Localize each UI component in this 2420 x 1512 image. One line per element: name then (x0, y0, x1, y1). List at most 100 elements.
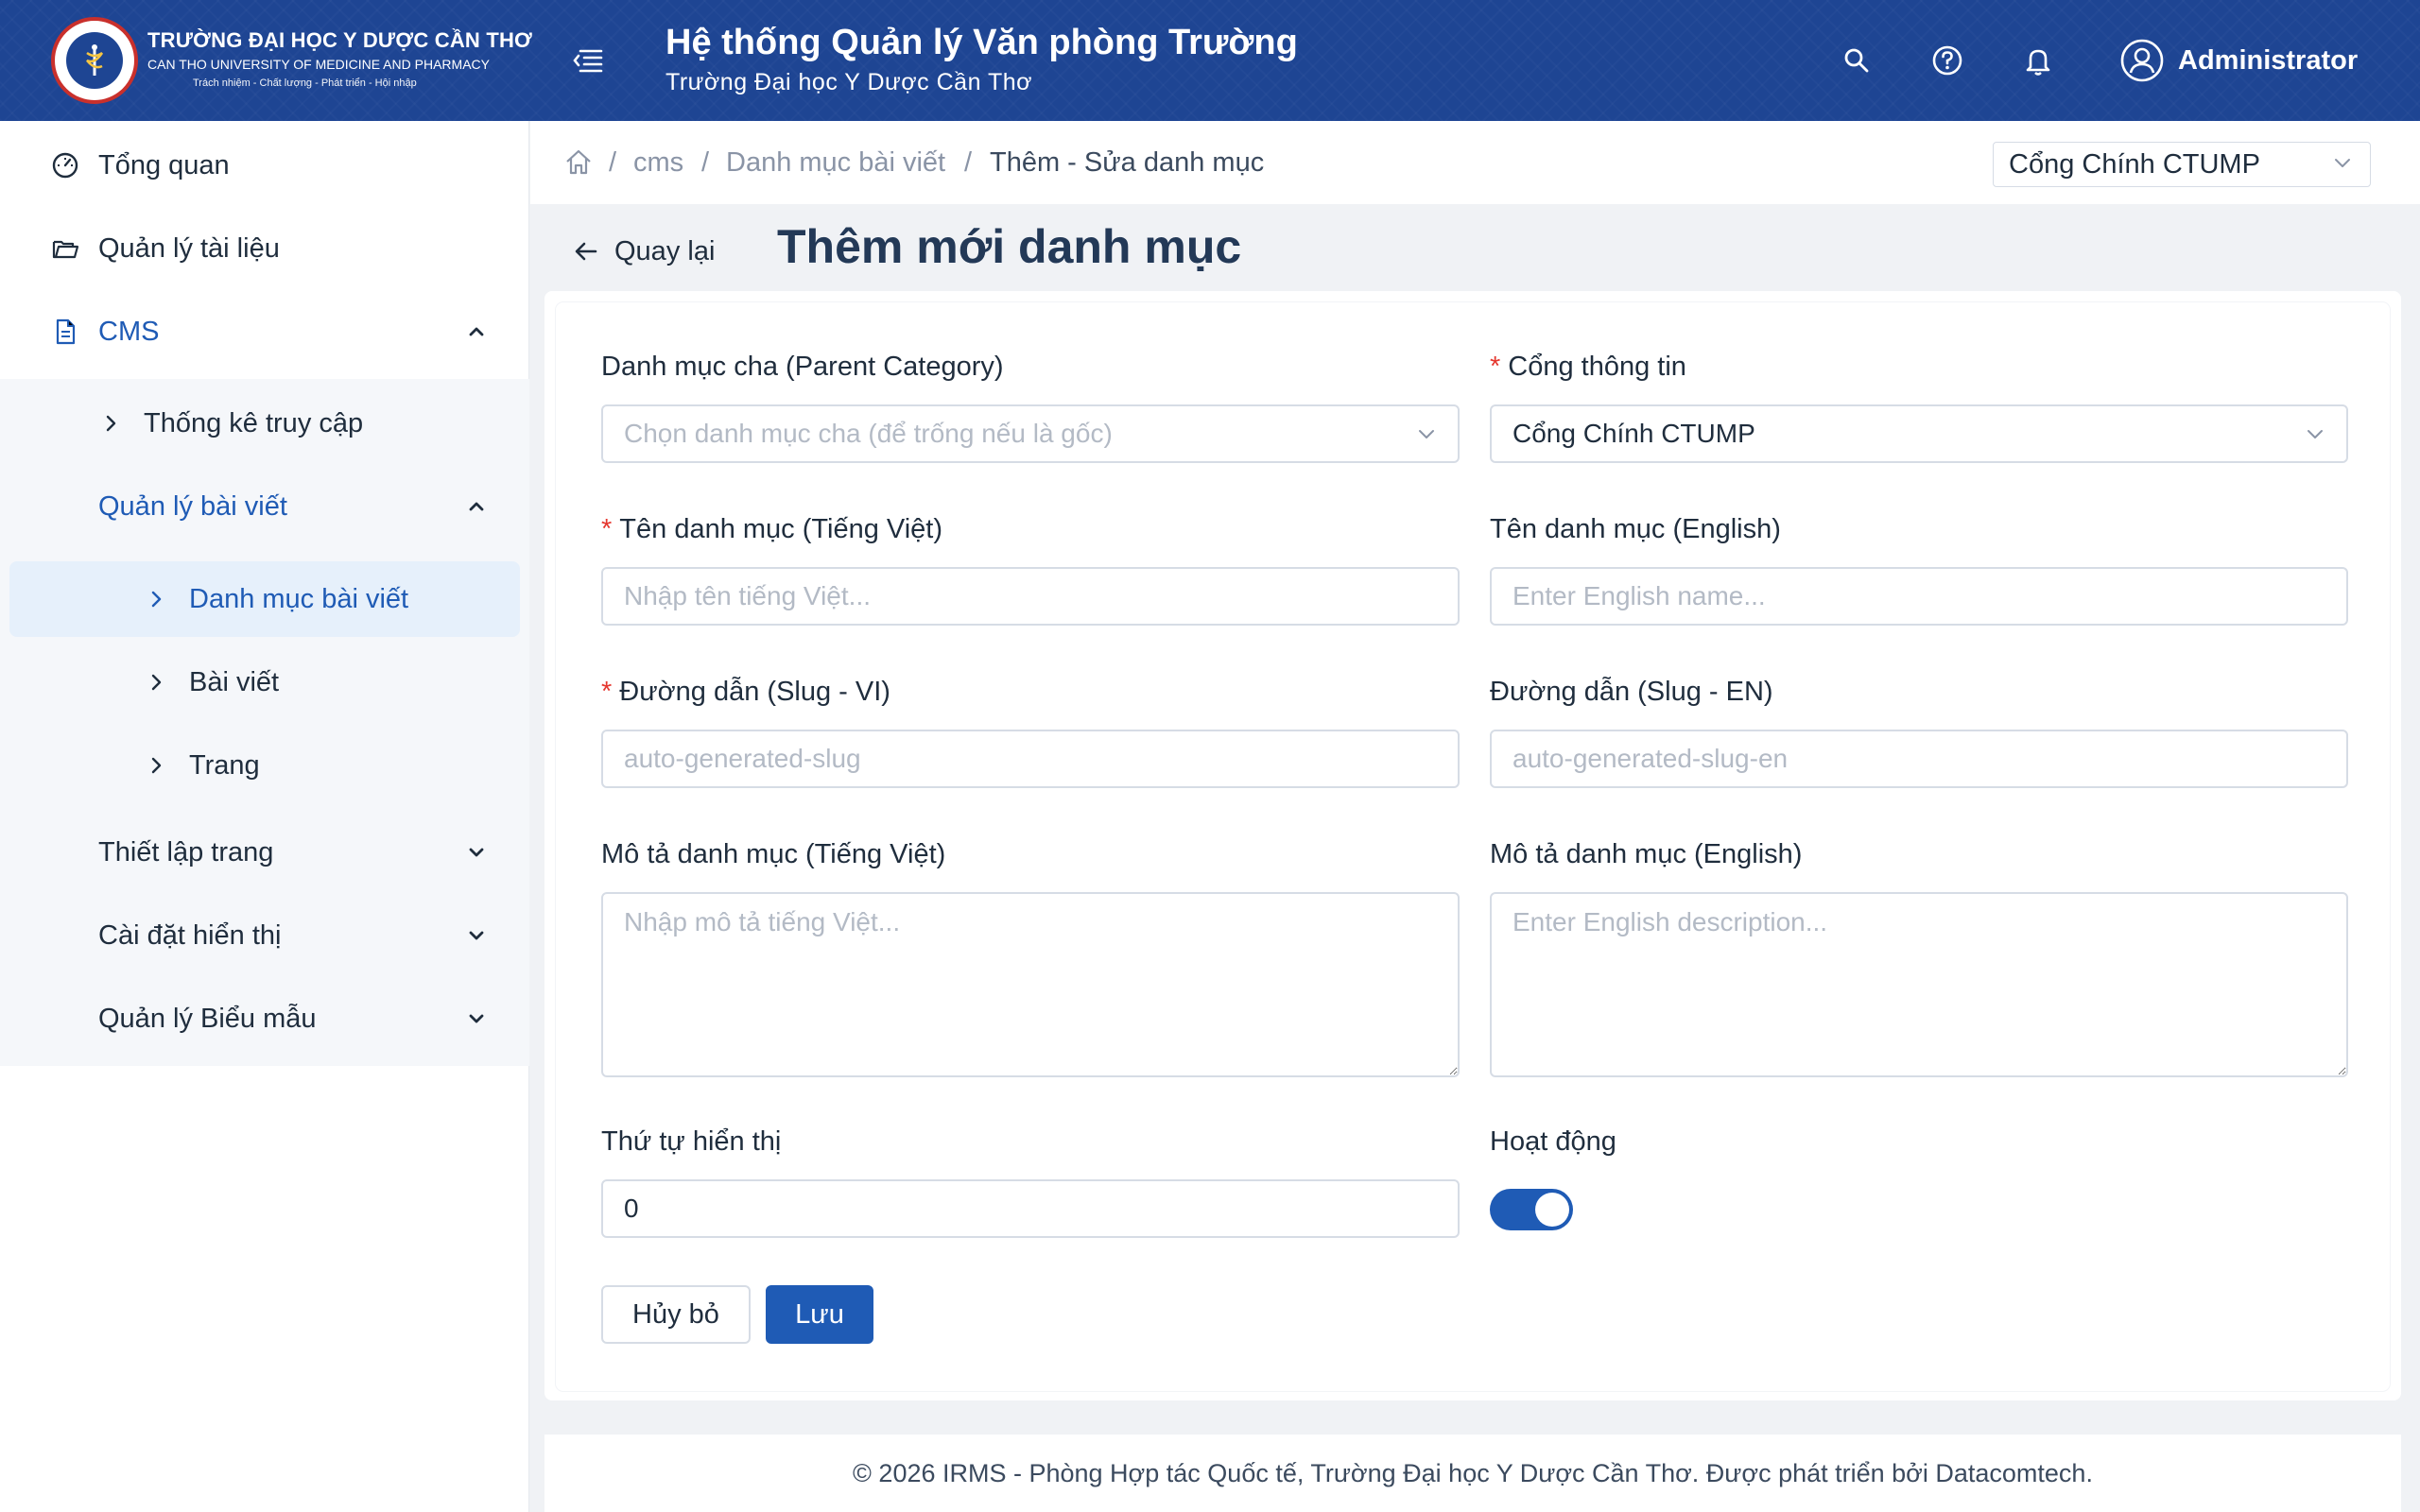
sidebar-item-thong-ke-truy-cap[interactable]: Thống kê truy cập (0, 382, 529, 465)
save-button[interactable]: Lưu (766, 1285, 873, 1344)
logo-motto: Trách nhiệm - Chất lượng - Phát triển - … (193, 77, 417, 89)
footer: © 2026 IRMS - Phòng Hợp tác Quốc tế, Trư… (544, 1435, 2401, 1512)
chevron-down-icon (2305, 423, 2325, 444)
sidebar-item-label: Thiết lập trang (98, 836, 274, 868)
document-icon (49, 316, 81, 348)
search-icon[interactable] (1838, 42, 1876, 79)
slug-en-input[interactable] (1490, 730, 2348, 788)
name-en-input[interactable] (1490, 567, 2348, 626)
system-subtitle: Trường Đại học Y Dược Cần Thơ (666, 69, 1033, 95)
chevron-right-icon (140, 583, 172, 615)
help-icon[interactable] (1928, 42, 1966, 79)
portal-select[interactable]: Cổng Chính CTUMP (1490, 404, 2348, 463)
chevron-right-icon (140, 749, 172, 782)
portal-selector[interactable]: Cổng Chính CTUMP (1993, 142, 2371, 187)
sidebar-item-bai-viet[interactable]: Bài viết (0, 641, 529, 724)
user-name: Administrator (2178, 44, 2359, 76)
menu-toggle-icon[interactable] (571, 45, 605, 76)
back-label: Quay lại (614, 235, 716, 266)
app-header: TRƯỜNG ĐẠI HỌC Y DƯỢC CẦN THƠ CAN THO UN… (0, 0, 2420, 121)
portal-label: * Cổng thông tin (1490, 352, 1686, 383)
chevron-right-icon (95, 407, 127, 439)
dashboard-icon (49, 149, 81, 181)
toggle-knob (1535, 1193, 1569, 1227)
sidebar-item-label: Quản lý Biểu mẫu (98, 1003, 317, 1034)
slug-vi-label-text: Đường dẫn (Slug - VI) (619, 677, 890, 707)
page-title: Thêm mới danh mục (777, 220, 1242, 273)
slug-vi-label: * Đường dẫn (Slug - VI) (601, 677, 890, 708)
user-avatar-icon (2120, 39, 2164, 82)
sidebar-item-quan-ly-bai-viet[interactable]: Quản lý bài viết (0, 465, 529, 548)
sidebar-item-tong-quan[interactable]: Tổng quan (0, 124, 529, 207)
portal-selector-value: Cổng Chính CTUMP (2009, 148, 2260, 180)
desc-en-textarea[interactable] (1490, 892, 2348, 1077)
sidebar-item-label: Quản lý tài liệu (98, 232, 280, 264)
back-button[interactable]: Quay lại (573, 229, 715, 274)
name-vi-input[interactable] (601, 567, 1460, 626)
name-vi-label: * Tên danh mục (Tiếng Việt) (601, 514, 942, 545)
desc-vi-label: Mô tả danh mục (Tiếng Việt) (601, 839, 946, 869)
arrow-left-icon (573, 238, 599, 265)
sidebar-item-danh-muc-bai-viet[interactable]: Danh mục bài viết (0, 558, 529, 641)
footer-text: © 2026 IRMS - Phòng Hợp tác Quốc tế, Trư… (853, 1458, 2093, 1487)
desc-en-label: Mô tả danh mục (English) (1490, 839, 1803, 869)
chevron-down-icon (463, 922, 490, 949)
chevron-down-icon (2332, 149, 2370, 180)
sidebar: Tổng quan Quản lý tài liệu CMS Thống kê … (0, 121, 529, 1512)
chevron-down-icon (1416, 423, 1437, 444)
parent-category-placeholder: Chọn danh mục cha (để trống nếu là gốc) (624, 419, 1113, 448)
portal-label-text: Cổng thông tin (1508, 352, 1686, 382)
name-en-label: Tên danh mục (English) (1490, 514, 1781, 544)
active-label: Hoạt động (1490, 1126, 1616, 1157)
sidebar-item-label: CMS (98, 316, 160, 347)
required-asterisk: * (601, 514, 613, 544)
breadcrumb-separator: / (701, 146, 710, 178)
active-toggle[interactable] (1490, 1189, 1573, 1230)
required-asterisk: * (601, 677, 613, 707)
sidebar-item-thiet-lap-trang[interactable]: Thiết lập trang (0, 811, 529, 894)
home-icon[interactable] (563, 121, 594, 204)
logo-title: TRƯỜNG ĐẠI HỌC Y DƯỢC CẦN THƠ (147, 28, 533, 52)
parent-category-label: Danh mục cha (Parent Category) (601, 352, 1004, 382)
sidebar-item-label: Tổng quan (98, 149, 230, 180)
sidebar-item-label: Quản lý bài viết (98, 490, 287, 522)
order-input[interactable] (601, 1179, 1460, 1238)
portal-select-value: Cổng Chính CTUMP (1512, 419, 1755, 448)
breadcrumb-item-cms[interactable]: cms (633, 121, 683, 204)
sidebar-item-trang[interactable]: Trang (0, 724, 529, 807)
logo-text: TRƯỜNG ĐẠI HỌC Y DƯỢC CẦN THƠ CAN THO UN… (147, 28, 532, 89)
logo-subtitle: CAN THO UNIVERSITY OF MEDICINE AND PHARM… (147, 57, 490, 72)
breadcrumb-separator: / (609, 146, 617, 178)
breadcrumb-separator: / (964, 146, 973, 178)
order-label: Thứ tự hiển thị (601, 1126, 782, 1157)
sidebar-item-quan-ly-bieu-mau[interactable]: Quản lý Biểu mẫu (0, 977, 529, 1060)
desc-vi-textarea[interactable] (601, 892, 1460, 1077)
breadcrumb-item-danh-muc[interactable]: Danh mục bài viết (726, 121, 945, 204)
sidebar-item-cai-dat-hien-thi[interactable]: Cài đặt hiển thị (0, 894, 529, 977)
sidebar-item-quan-ly-tai-lieu[interactable]: Quản lý tài liệu (0, 207, 529, 290)
sidebar-item-label: Trang (189, 749, 260, 781)
name-vi-label-text: Tên danh mục (Tiếng Việt) (619, 514, 943, 544)
chevron-down-icon (463, 1005, 490, 1032)
chevron-down-icon (463, 839, 490, 866)
cancel-button[interactable]: Hủy bỏ (601, 1285, 751, 1344)
sidebar-item-label: Thống kê truy cập (144, 407, 364, 438)
slug-vi-input[interactable] (601, 730, 1460, 788)
slug-en-label: Đường dẫn (Slug - EN) (1490, 677, 1773, 707)
sidebar-item-label: Bài viết (189, 666, 280, 697)
chevron-up-icon (463, 493, 490, 520)
chevron-up-icon (463, 318, 490, 345)
user-menu[interactable]: Administrator (2119, 36, 2358, 85)
required-asterisk: * (1490, 352, 1501, 382)
sidebar-item-cms[interactable]: CMS (0, 290, 529, 373)
caduceus-icon (66, 32, 123, 89)
breadcrumb-current: Thêm - Sửa danh mục (990, 146, 1265, 178)
sidebar-item-label: Danh mục bài viết (189, 583, 409, 614)
chevron-right-icon (140, 666, 172, 698)
bell-icon[interactable] (2019, 42, 2057, 79)
folder-icon (49, 232, 81, 265)
system-title-block: Hệ thống Quản lý Văn phòng Trường Trường… (666, 23, 1298, 96)
parent-category-select[interactable]: Chọn danh mục cha (để trống nếu là gốc) (601, 404, 1460, 463)
university-logo[interactable] (51, 17, 138, 104)
sidebar-item-label: Cài đặt hiển thị (98, 919, 282, 951)
